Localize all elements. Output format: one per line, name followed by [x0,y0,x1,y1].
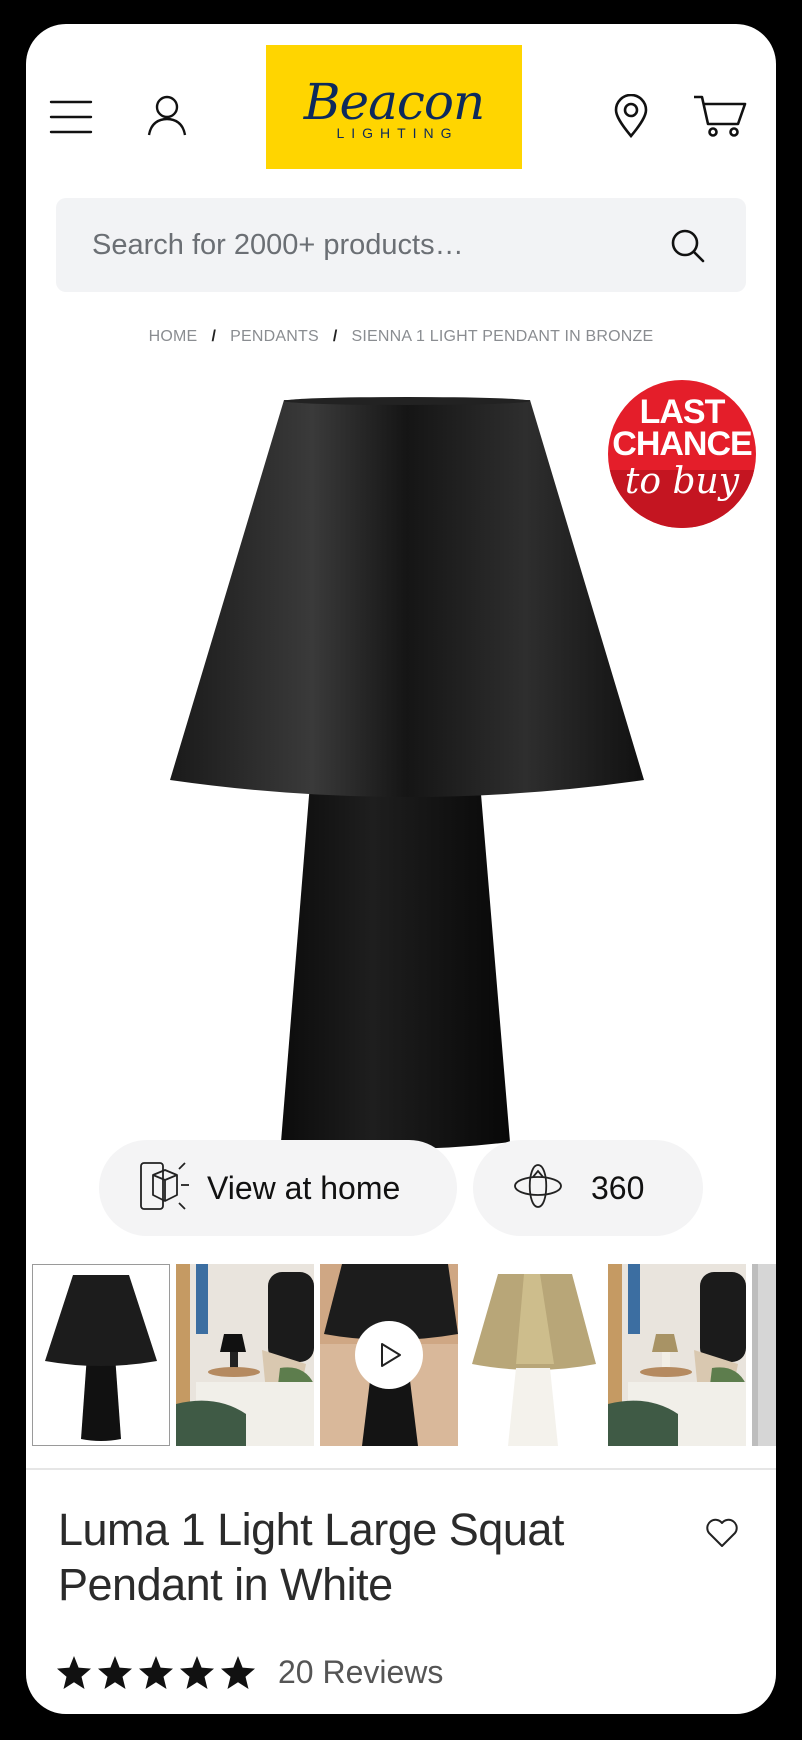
cart-icon[interactable] [690,88,750,144]
site-header: Beacon LIGHTING [26,24,776,184]
thumbnail-3-video[interactable] [320,1264,458,1446]
badge-line-2: CHANCE [612,425,752,463]
section-divider [26,1468,776,1470]
thumbnail-strip [26,1264,776,1448]
breadcrumb: HOME / PENDANTS / SIENNA 1 LIGHT PENDANT IN … [26,328,776,346]
view-at-home-button[interactable]: View at home [99,1140,457,1236]
thumbnail-4[interactable] [464,1264,602,1446]
last-chance-badge: LAST CHANCE to buy [608,380,756,528]
badge-line-3: to buy [624,461,740,502]
breadcrumb-separator: / [211,328,217,345]
star-icon [98,1655,132,1689]
star-icon [57,1655,91,1689]
product-main-image[interactable] [126,394,666,1154]
view-at-home-label: View at home [207,1169,401,1206]
augmented-reality-icon [139,1161,191,1216]
search-input[interactable] [92,198,652,292]
screen: Beacon LIGHTING HOME / PENDANTS / SIENNA 1 L… [26,24,776,1714]
star-icon [180,1655,214,1689]
star-rating [56,1655,256,1691]
star-icon [221,1655,255,1689]
badge-line-1: LAST [639,393,726,431]
thumbnail-2[interactable] [176,1264,314,1446]
search-bar [56,198,746,292]
star-icon [139,1655,173,1689]
thumbnail-5[interactable] [608,1264,746,1446]
play-button[interactable] [355,1321,423,1389]
thumbnail-6[interactable] [752,1264,776,1446]
reviews-link[interactable]: 20 Reviews [278,1654,443,1691]
breadcrumb-separator: / [332,328,338,345]
breadcrumb-pendants[interactable]: PENDANTS [230,328,319,345]
view-360-label: 360 [591,1169,645,1206]
breadcrumb-home[interactable]: HOME [149,328,198,345]
logo-subtext: LIGHTING [336,125,459,141]
heart-icon[interactable] [706,1518,742,1554]
rotate-360-icon [513,1163,563,1214]
breadcrumb-current: SIENNA 1 LIGHT PENDANT IN BRONZE [351,328,654,345]
device-frame: Beacon LIGHTING HOME / PENDANTS / SIENNA 1 L… [0,0,802,1740]
menu-icon[interactable] [46,92,96,142]
product-rating[interactable]: 20 Reviews [56,1654,443,1691]
location-pin-icon[interactable] [606,88,656,144]
brand-logo[interactable]: Beacon LIGHTING [266,45,522,169]
user-icon[interactable] [142,90,192,140]
product-title: Luma 1 Light Large Squat Pendant in Whit… [58,1504,564,1610]
search-icon[interactable] [668,226,708,266]
logo-wordmark: Beacon [303,73,485,131]
thumbnail-1[interactable] [32,1264,170,1446]
view-360-button[interactable]: 360 [473,1140,703,1236]
